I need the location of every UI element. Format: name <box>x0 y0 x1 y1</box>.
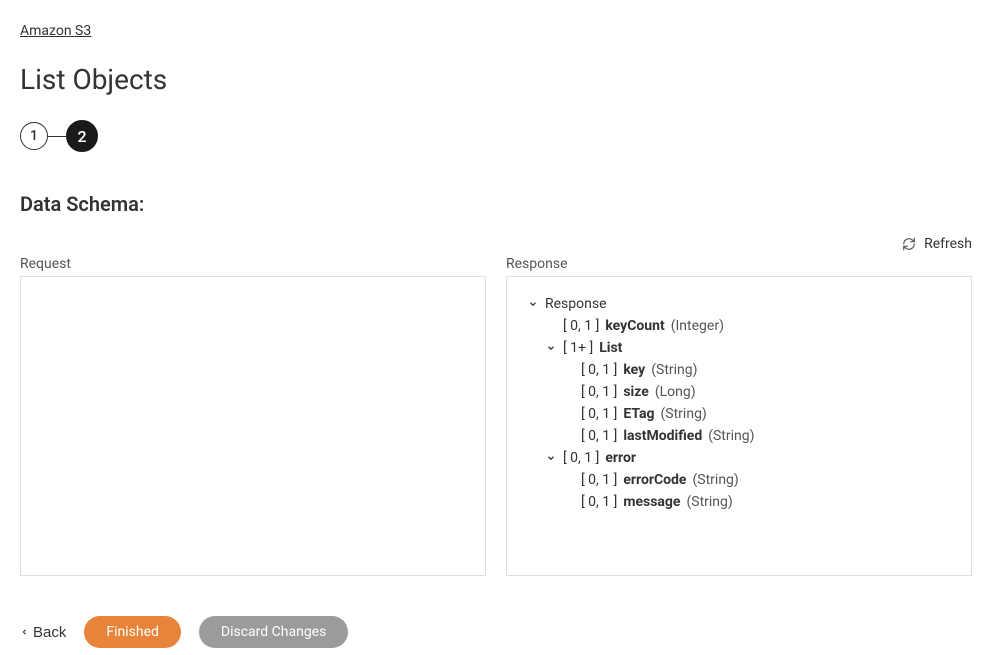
tree-field-name: errorCode <box>623 472 686 488</box>
tree-field-name: lastModified <box>623 428 702 444</box>
tree-node-errorcode[interactable]: [ 0, 1 ] errorCode (String) <box>527 469 951 491</box>
tree-node-size[interactable]: [ 0, 1 ] size (Long) <box>527 381 951 403</box>
tree-field-name: error <box>605 450 636 466</box>
tree-field-type: (String) <box>651 362 697 378</box>
tree-cardinality: [ 0, 1 ] <box>581 362 617 378</box>
tree-node-etag[interactable]: [ 0, 1 ] ETag (String) <box>527 403 951 425</box>
tree-node-label: Response <box>545 296 607 312</box>
refresh-label: Refresh <box>924 236 972 252</box>
tree-cardinality: [ 0, 1 ] <box>581 428 617 444</box>
tree-field-name: keyCount <box>605 318 664 334</box>
chevron-left-icon <box>20 625 29 639</box>
page-title: List Objects <box>20 63 972 96</box>
tree-node-message[interactable]: [ 0, 1 ] message (String) <box>527 491 951 513</box>
tree-cardinality: [ 0, 1 ] <box>581 494 617 510</box>
response-panel-body[interactable]: Response [ 0, 1 ] keyCount (Integer) [ 1… <box>506 276 972 576</box>
response-panel: Response Response [ 0, 1 ] keyCount (Int… <box>506 256 972 576</box>
tree-field-type: (String) <box>708 428 754 444</box>
chevron-down-icon[interactable] <box>545 452 557 464</box>
back-button-label: Back <box>33 624 66 641</box>
tree-field-type: (Integer) <box>671 318 724 334</box>
refresh-icon <box>902 237 916 251</box>
tree-node-key[interactable]: [ 0, 1 ] key (String) <box>527 359 951 381</box>
tree-field-type: (Long) <box>655 384 696 400</box>
tree-field-name: key <box>623 362 645 378</box>
response-panel-label: Response <box>506 256 972 272</box>
footer-buttons: Back Finished Discard Changes <box>20 616 972 648</box>
chevron-down-icon[interactable] <box>527 298 539 310</box>
back-button[interactable]: Back <box>20 624 66 641</box>
refresh-button[interactable]: Refresh <box>20 236 972 252</box>
tree-cardinality: [ 0, 1 ] <box>563 450 599 466</box>
tree-field-type: (String) <box>692 472 738 488</box>
tree-node-response[interactable]: Response <box>527 293 951 315</box>
tree-node-keycount[interactable]: [ 0, 1 ] keyCount (Integer) <box>527 315 951 337</box>
chevron-down-icon[interactable] <box>545 342 557 354</box>
tree-field-type: (String) <box>661 406 707 422</box>
request-panel-body[interactable] <box>20 276 486 576</box>
tree-node-list[interactable]: [ 1+ ] List <box>527 337 951 359</box>
tree-field-name: ETag <box>623 406 654 422</box>
step-connector <box>48 136 66 137</box>
breadcrumb-service[interactable]: Amazon S3 <box>20 23 91 39</box>
finished-button[interactable]: Finished <box>84 616 181 648</box>
step-1[interactable]: 1 <box>20 122 48 150</box>
tree-node-error[interactable]: [ 0, 1 ] error <box>527 447 951 469</box>
tree-cardinality: [ 0, 1 ] <box>581 406 617 422</box>
tree-cardinality: [ 0, 1 ] <box>581 472 617 488</box>
tree-field-name: message <box>623 494 680 510</box>
tree-field-type: (String) <box>686 494 732 510</box>
section-title: Data Schema: <box>20 192 972 216</box>
tree-cardinality: [ 0, 1 ] <box>563 318 599 334</box>
tree-field-name: List <box>599 340 622 356</box>
step-2[interactable]: 2 <box>66 120 98 152</box>
tree-cardinality: [ 0, 1 ] <box>581 384 617 400</box>
tree-node-lastmodified[interactable]: [ 0, 1 ] lastModified (String) <box>527 425 951 447</box>
discard-button[interactable]: Discard Changes <box>199 616 348 648</box>
request-panel: Request <box>20 256 486 576</box>
tree-cardinality: [ 1+ ] <box>563 340 593 356</box>
request-panel-label: Request <box>20 256 486 272</box>
tree-field-name: size <box>623 384 648 400</box>
stepper: 1 2 <box>20 120 972 152</box>
